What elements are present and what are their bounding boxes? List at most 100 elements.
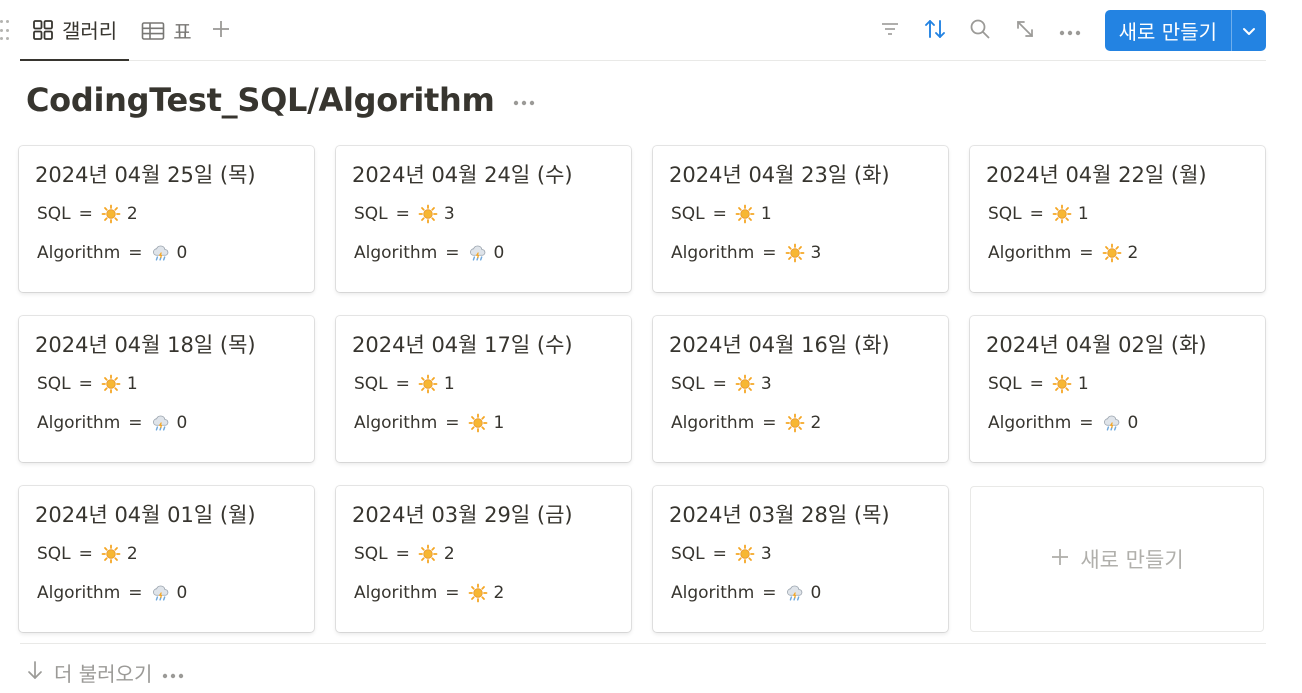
sql-value: 2 [126,544,138,564]
algorithm-value: 0 [176,413,188,433]
sql-property: SQL = 1 [986,370,1249,398]
sql-property-name: SQL [354,374,388,394]
drag-handle-icon[interactable] [0,20,10,44]
sun-icon [101,204,121,224]
equals-sign: = [128,413,143,433]
algorithm-property: Algorithm = 0 [35,579,298,607]
card-title: 2024년 04월 25일 (목) [35,163,256,187]
rain-cloud-icon [151,243,171,263]
sql-property: SQL = 2 [35,540,298,568]
algorithm-property: Algorithm = 0 [352,239,615,267]
gallery-card[interactable]: 2024년 04월 17일 (수) SQL = 1 Algorithm = 1 [336,316,631,462]
card-title: 2024년 04월 24일 (수) [352,163,573,187]
gallery-card[interactable]: 2024년 04월 02일 (화) SQL = 1 Algorithm = 0 [970,316,1265,462]
new-button: 새로 만들기 [1104,10,1266,51]
expand-button[interactable] [1003,10,1048,51]
load-more-label: 더 불러오기 [54,661,153,686]
title-row: CodingTest_SQL/Algorithm [26,78,535,122]
gallery-card[interactable]: 2024년 04월 25일 (목) SQL = 2 Algorithm = 0 [19,146,314,292]
algorithm-property-name: Algorithm [37,243,121,263]
divider [20,643,1266,644]
sql-property-name: SQL [671,204,705,224]
algorithm-property: Algorithm = 0 [35,239,298,267]
sun-icon [735,204,755,224]
algorithm-property-name: Algorithm [671,583,755,603]
view-toolbar: 갤러리 표 새로 만들기 [20,0,1266,61]
algorithm-property-name: Algorithm [354,243,438,263]
card-title: 2024년 04월 01일 (월) [35,503,256,527]
gallery-card[interactable]: 2024년 04월 18일 (목) SQL = 1 Algorithm = 0 [19,316,314,462]
sun-icon [735,374,755,394]
equals-sign: = [1079,243,1094,263]
title-more-button[interactable] [513,91,535,110]
algorithm-property-name: Algorithm [988,413,1072,433]
equals-sign: = [762,243,777,263]
gallery-card[interactable]: 2024년 04월 22일 (월) SQL = 1 Algorithm = 2 [970,146,1265,292]
card-title: 2024년 04월 18일 (목) [35,333,256,357]
card-title: 2024년 04월 22일 (월) [986,163,1207,187]
algorithm-value: 1 [493,413,505,433]
sort-button[interactable] [913,10,958,51]
equals-sign: = [128,583,143,603]
sun-icon [1052,374,1072,394]
algorithm-property: Algorithm = 3 [669,239,932,267]
sql-property: SQL = 1 [669,200,932,228]
sun-icon [418,204,438,224]
more-icon [162,660,184,684]
tab-gallery[interactable]: 갤러리 [20,0,130,61]
equals-sign: = [762,413,777,433]
algorithm-property: Algorithm = 2 [986,239,1249,267]
algorithm-property-name: Algorithm [671,413,755,433]
sql-value: 1 [126,374,138,394]
expand-icon [1014,18,1036,44]
load-more-button[interactable]: 더 불러오기 [26,656,184,688]
gallery-card[interactable]: 2024년 04월 01일 (월) SQL = 2 Algorithm = 0 [19,486,314,632]
equals-sign: = [1079,413,1094,433]
equals-sign: = [395,544,410,564]
equals-sign: = [712,374,727,394]
algorithm-property: Algorithm = 0 [669,579,932,607]
new-card-button[interactable]: 새로 만들기 [970,486,1264,632]
sun-icon [468,413,488,433]
sun-icon [1052,204,1072,224]
sun-icon [785,413,805,433]
algorithm-value: 2 [1127,243,1139,263]
tab-table-label: 표 [173,20,192,44]
sql-property: SQL = 3 [669,370,932,398]
add-view-button[interactable] [204,0,238,61]
algorithm-value: 0 [176,243,188,263]
algorithm-property-name: Algorithm [671,243,755,263]
sql-property-name: SQL [988,374,1022,394]
sql-value: 1 [760,204,772,224]
search-button[interactable] [958,10,1003,51]
new-button-dropdown[interactable] [1232,10,1266,51]
new-button-label[interactable]: 새로 만들기 [1105,10,1232,51]
card-title: 2024년 04월 23일 (화) [669,163,890,187]
gallery-card[interactable]: 2024년 03월 29일 (금) SQL = 2 Algorithm = 2 [336,486,631,632]
algorithm-property: Algorithm = 0 [35,409,298,437]
gallery-card[interactable]: 2024년 04월 24일 (수) SQL = 3 Algorithm = 0 [336,146,631,292]
sql-property-name: SQL [37,204,71,224]
filter-button[interactable] [868,10,913,51]
sql-property: SQL = 1 [986,200,1249,228]
sort-icon [923,18,947,44]
gallery-card[interactable]: 2024년 04월 16일 (화) SQL = 3 Algorithm = 2 [653,316,948,462]
algorithm-value: 0 [493,243,505,263]
page-title[interactable]: CodingTest_SQL/Algorithm [26,81,495,119]
equals-sign: = [78,374,93,394]
algorithm-value: 0 [176,583,188,603]
sql-property: SQL = 3 [352,200,615,228]
sql-property-name: SQL [354,204,388,224]
sql-property-name: SQL [37,374,71,394]
sql-property: SQL = 3 [669,540,932,568]
gallery-grid: 2024년 04월 25일 (목) SQL = 2 Algorithm = 0 … [19,146,1267,632]
rain-cloud-icon [1102,413,1122,433]
rain-cloud-icon [785,583,805,603]
equals-sign: = [395,374,410,394]
gallery-card[interactable]: 2024년 04월 23일 (화) SQL = 1 Algorithm = 3 [653,146,948,292]
plus-icon [210,18,232,44]
tab-table[interactable]: 표 [129,0,203,61]
rain-cloud-icon [151,413,171,433]
gallery-card[interactable]: 2024년 03월 28일 (목) SQL = 3 Algorithm = 0 [653,486,948,632]
more-options-button[interactable] [1048,10,1093,51]
